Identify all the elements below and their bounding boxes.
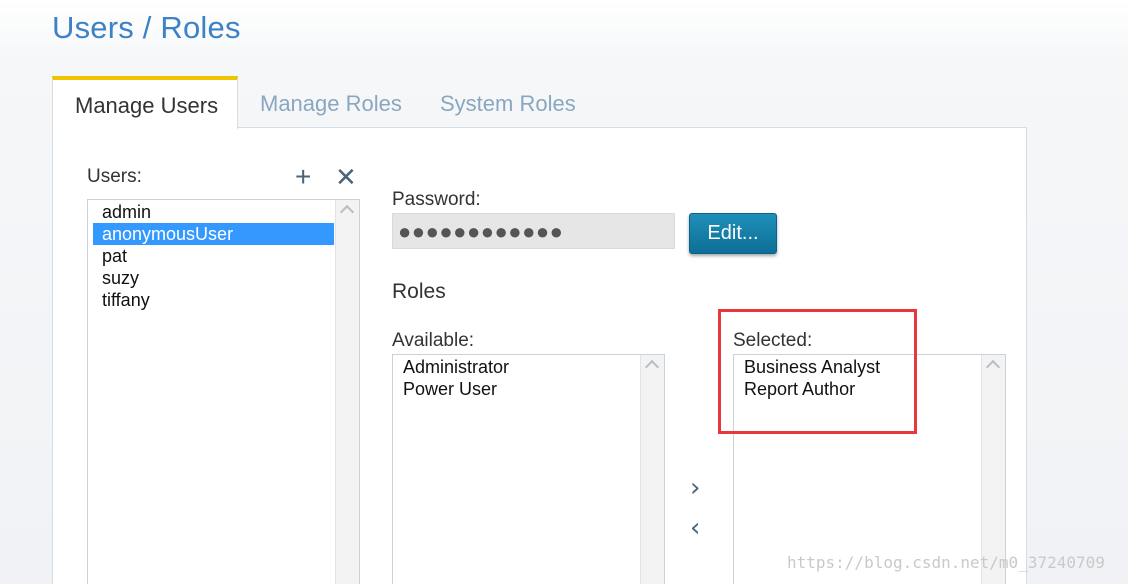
users-scrollbar[interactable] [335, 200, 359, 584]
close-icon: ✕ [335, 162, 357, 192]
remove-role-button[interactable]: ‹ [690, 513, 700, 543]
available-roles-label: Available: [392, 330, 475, 351]
tab-manage-roles[interactable]: Manage Roles [260, 76, 402, 128]
users-label: Users: [87, 166, 142, 187]
available-roles-list[interactable]: Administrator Power User [392, 354, 665, 584]
plus-icon: + [295, 161, 312, 192]
watermark: https://blog.csdn.net/m0_37240709 [787, 553, 1105, 572]
selected-scrollbar[interactable] [981, 355, 1005, 584]
annotation-highlight-box [718, 309, 917, 434]
add-user-button[interactable]: + [295, 163, 311, 191]
scroll-up-icon[interactable] [339, 204, 355, 220]
roles-heading: Roles [392, 280, 446, 303]
add-role-button[interactable]: › [690, 473, 700, 503]
chevron-right-icon: › [690, 473, 701, 503]
tab-manage-users[interactable]: Manage Users [52, 76, 238, 129]
password-label: Password: [392, 189, 481, 210]
list-item[interactable]: admin [93, 201, 334, 223]
users-list[interactable]: admin anonymousUser pat suzy tiffany [87, 199, 360, 584]
list-item[interactable]: Administrator [394, 356, 639, 378]
page-title: Users / Roles [52, 10, 241, 45]
list-item-selected[interactable]: anonymousUser [93, 223, 334, 245]
scroll-up-icon[interactable] [644, 359, 660, 375]
tab-system-roles[interactable]: System Roles [440, 76, 576, 128]
available-scrollbar[interactable] [640, 355, 664, 584]
remove-user-button[interactable]: ✕ [335, 163, 357, 191]
list-item[interactable]: pat [93, 245, 334, 267]
list-item[interactable]: tiffany [93, 289, 334, 311]
scroll-up-icon[interactable] [985, 359, 1001, 375]
password-field: ●●●●●●●●●●●● [392, 213, 675, 249]
list-item[interactable]: suzy [93, 267, 334, 289]
chevron-left-icon: ‹ [690, 513, 701, 543]
edit-password-button[interactable]: Edit... [689, 213, 777, 254]
list-item[interactable]: Power User [394, 378, 639, 400]
